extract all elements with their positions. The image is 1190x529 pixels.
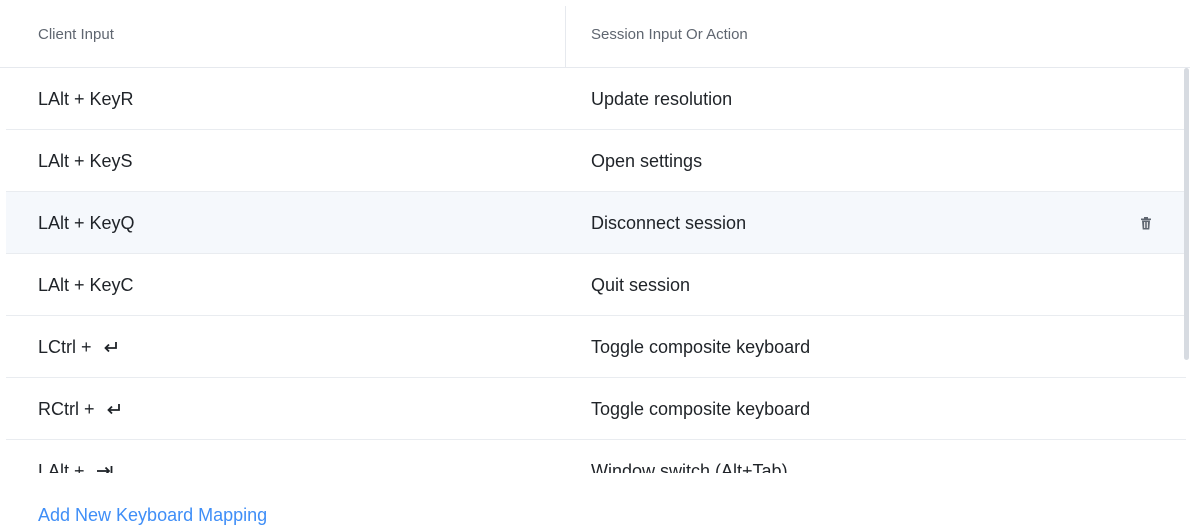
column-divider[interactable]	[565, 6, 566, 67]
session-action-cell: Disconnect session	[591, 212, 747, 233]
session-action-cell: Window switch (Alt+Tab)	[591, 460, 788, 474]
table-row-hovered[interactable]: LAlt + KeyQ Disconnect session	[6, 192, 1186, 254]
table-row[interactable]: LAlt + Window switch (Alt+Tab)	[6, 440, 1186, 473]
session-action-cell: Toggle composite keyboard	[591, 336, 811, 357]
column-header-client-input: Client Input	[38, 25, 114, 43]
table-scrollbar[interactable]	[1184, 68, 1189, 360]
table-row[interactable]: LAlt + KeyC Quit session	[6, 254, 1186, 316]
column-header-session-action: Session Input Or Action	[591, 25, 748, 43]
client-input-cell: LCtrl +	[38, 316, 119, 378]
client-input-text: LAlt + KeyC	[38, 274, 134, 295]
client-input-cell: LAlt +	[38, 440, 114, 473]
client-input-cell: LAlt + KeyC	[38, 254, 134, 316]
client-input-cell: LAlt + KeyS	[38, 130, 133, 192]
keyboard-mapping-panel: Client Input Session Input Or Action LAl…	[0, 0, 1190, 529]
return-key-icon	[106, 404, 120, 415]
delete-mapping-button[interactable]	[1140, 192, 1152, 254]
client-input-cell: RCtrl +	[38, 378, 122, 440]
table-row[interactable]: RCtrl + Toggle composite keyboard	[6, 378, 1186, 440]
trash-icon	[1141, 216, 1151, 229]
table-header: Client Input Session Input Or Action	[0, 0, 1190, 68]
return-key-icon	[103, 342, 117, 353]
tab-key-icon	[96, 466, 112, 473]
client-input-text: LAlt +	[38, 460, 90, 474]
table-body: LAlt + KeyR Update resolution LAlt + Key…	[0, 68, 1190, 473]
client-input-cell: LAlt + KeyQ	[38, 192, 135, 254]
session-action-cell: Quit session	[591, 274, 691, 295]
session-action-cell: Toggle composite keyboard	[591, 398, 811, 419]
client-input-text: LCtrl +	[38, 336, 97, 357]
client-input-text: LAlt + KeyR	[38, 88, 134, 109]
client-input-text: LAlt + KeyS	[38, 150, 133, 171]
add-keyboard-mapping-link[interactable]: Add New Keyboard Mapping	[38, 505, 267, 526]
client-input-text: LAlt + KeyQ	[38, 212, 135, 233]
client-input-cell: LAlt + KeyR	[38, 68, 134, 130]
session-action-cell: Open settings	[591, 150, 703, 171]
table-row[interactable]: LAlt + KeyS Open settings	[6, 130, 1186, 192]
session-action-cell: Update resolution	[591, 88, 733, 109]
table-row[interactable]: LAlt + KeyR Update resolution	[6, 68, 1186, 130]
client-input-text: RCtrl +	[38, 398, 100, 419]
table-row[interactable]: LCtrl + Toggle composite keyboard	[6, 316, 1186, 378]
